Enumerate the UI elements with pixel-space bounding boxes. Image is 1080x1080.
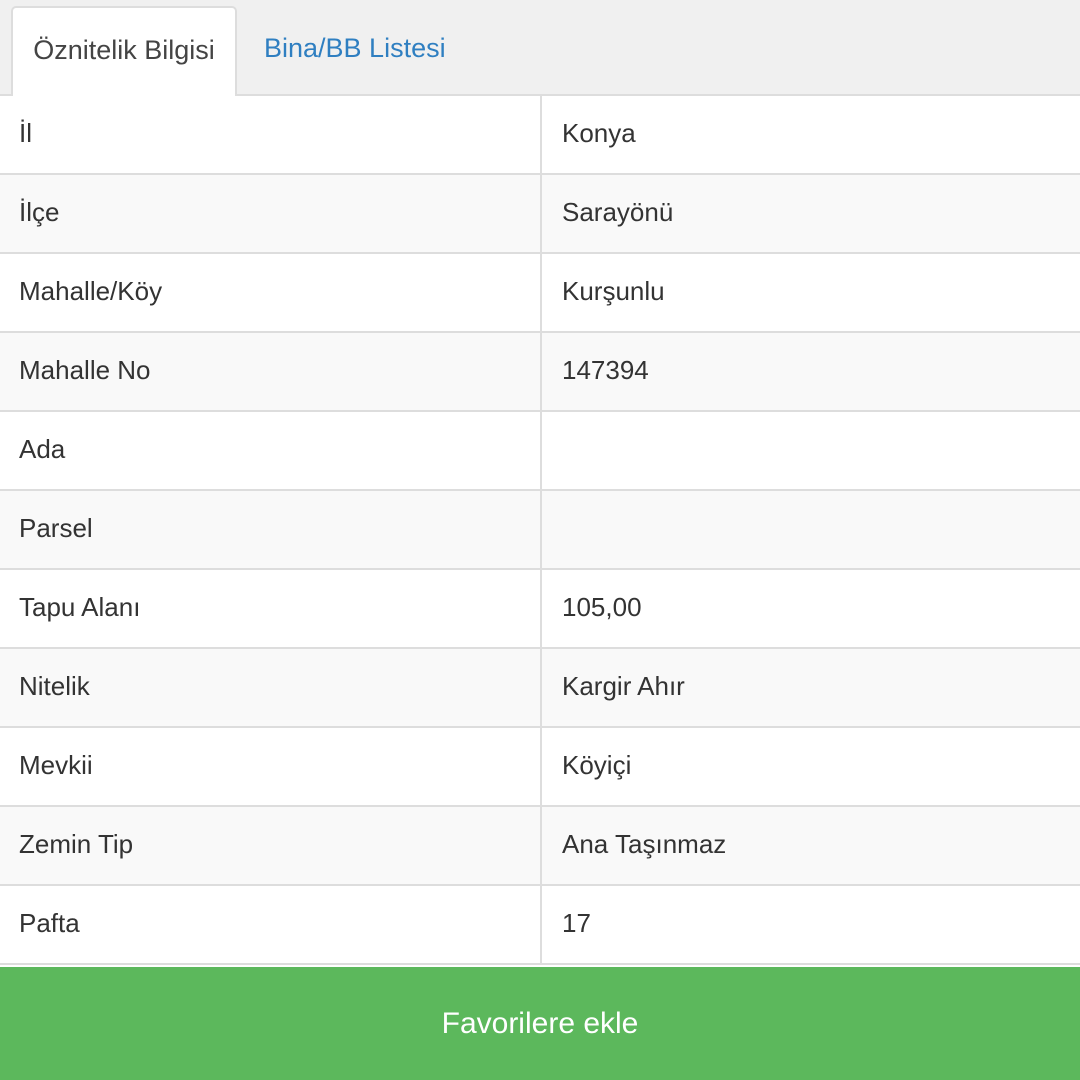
attribute-value: Sarayönü — [562, 197, 674, 227]
attribute-key: Mevkii — [0, 728, 542, 805]
attribute-key: Nitelik — [0, 649, 542, 726]
attribute-key: Tapu Alanı — [0, 570, 542, 647]
attribute-value: Kargir Ahır — [562, 671, 685, 701]
attribute-value: Ana Taşınmaz — [562, 829, 727, 859]
table-row: İl Konya — [0, 96, 1080, 175]
table-row: Mevkii Köyiçi — [0, 728, 1080, 807]
attribute-value: 17 — [562, 908, 591, 938]
attribute-key: Ada — [0, 412, 542, 489]
table-row: Parsel — [0, 491, 1080, 570]
attribute-key: Parsel — [0, 491, 542, 568]
table-row: Zemin Tip Ana Taşınmaz — [0, 807, 1080, 886]
table-row: Mahalle No 147394 — [0, 333, 1080, 412]
attribute-value: Kurşunlu — [562, 276, 665, 306]
table-row: Mahalle/Köy Kurşunlu — [0, 254, 1080, 333]
tab-oznitelik-bilgisi[interactable]: Öznitelik Bilgisi — [11, 6, 237, 96]
attribute-value: Köyiçi — [562, 750, 632, 780]
table-row: Pafta 17 — [0, 886, 1080, 965]
attribute-key: Mahalle/Köy — [0, 254, 542, 331]
attribute-key: Zemin Tip — [0, 807, 542, 884]
attribute-value — [542, 412, 1080, 489]
tab-bina-bb-listesi[interactable]: Bina/BB Listesi — [244, 6, 466, 96]
table-row: Tapu Alanı 105,00 — [0, 570, 1080, 649]
attribute-key: Pafta — [0, 886, 542, 963]
attribute-value: 147394 — [562, 355, 649, 385]
tab-bar: Öznitelik Bilgisi Bina/BB Listesi — [0, 0, 1080, 96]
attribute-value: 105,00 — [562, 592, 642, 622]
attribute-key: Mahalle No — [0, 333, 542, 410]
attribute-value — [542, 491, 1080, 568]
table-row: İlçe Sarayönü — [0, 175, 1080, 254]
attribute-table: İl Konya İlçe Sarayönü Mahalle/Köy Kurşu… — [0, 96, 1080, 965]
attribute-value: Konya — [562, 118, 636, 148]
attribute-key: İl — [0, 96, 542, 173]
table-row: Ada — [0, 412, 1080, 491]
attribute-key: İlçe — [0, 175, 542, 252]
add-to-favorites-button[interactable]: Favorilere ekle — [0, 967, 1080, 1080]
table-row: Nitelik Kargir Ahır — [0, 649, 1080, 728]
